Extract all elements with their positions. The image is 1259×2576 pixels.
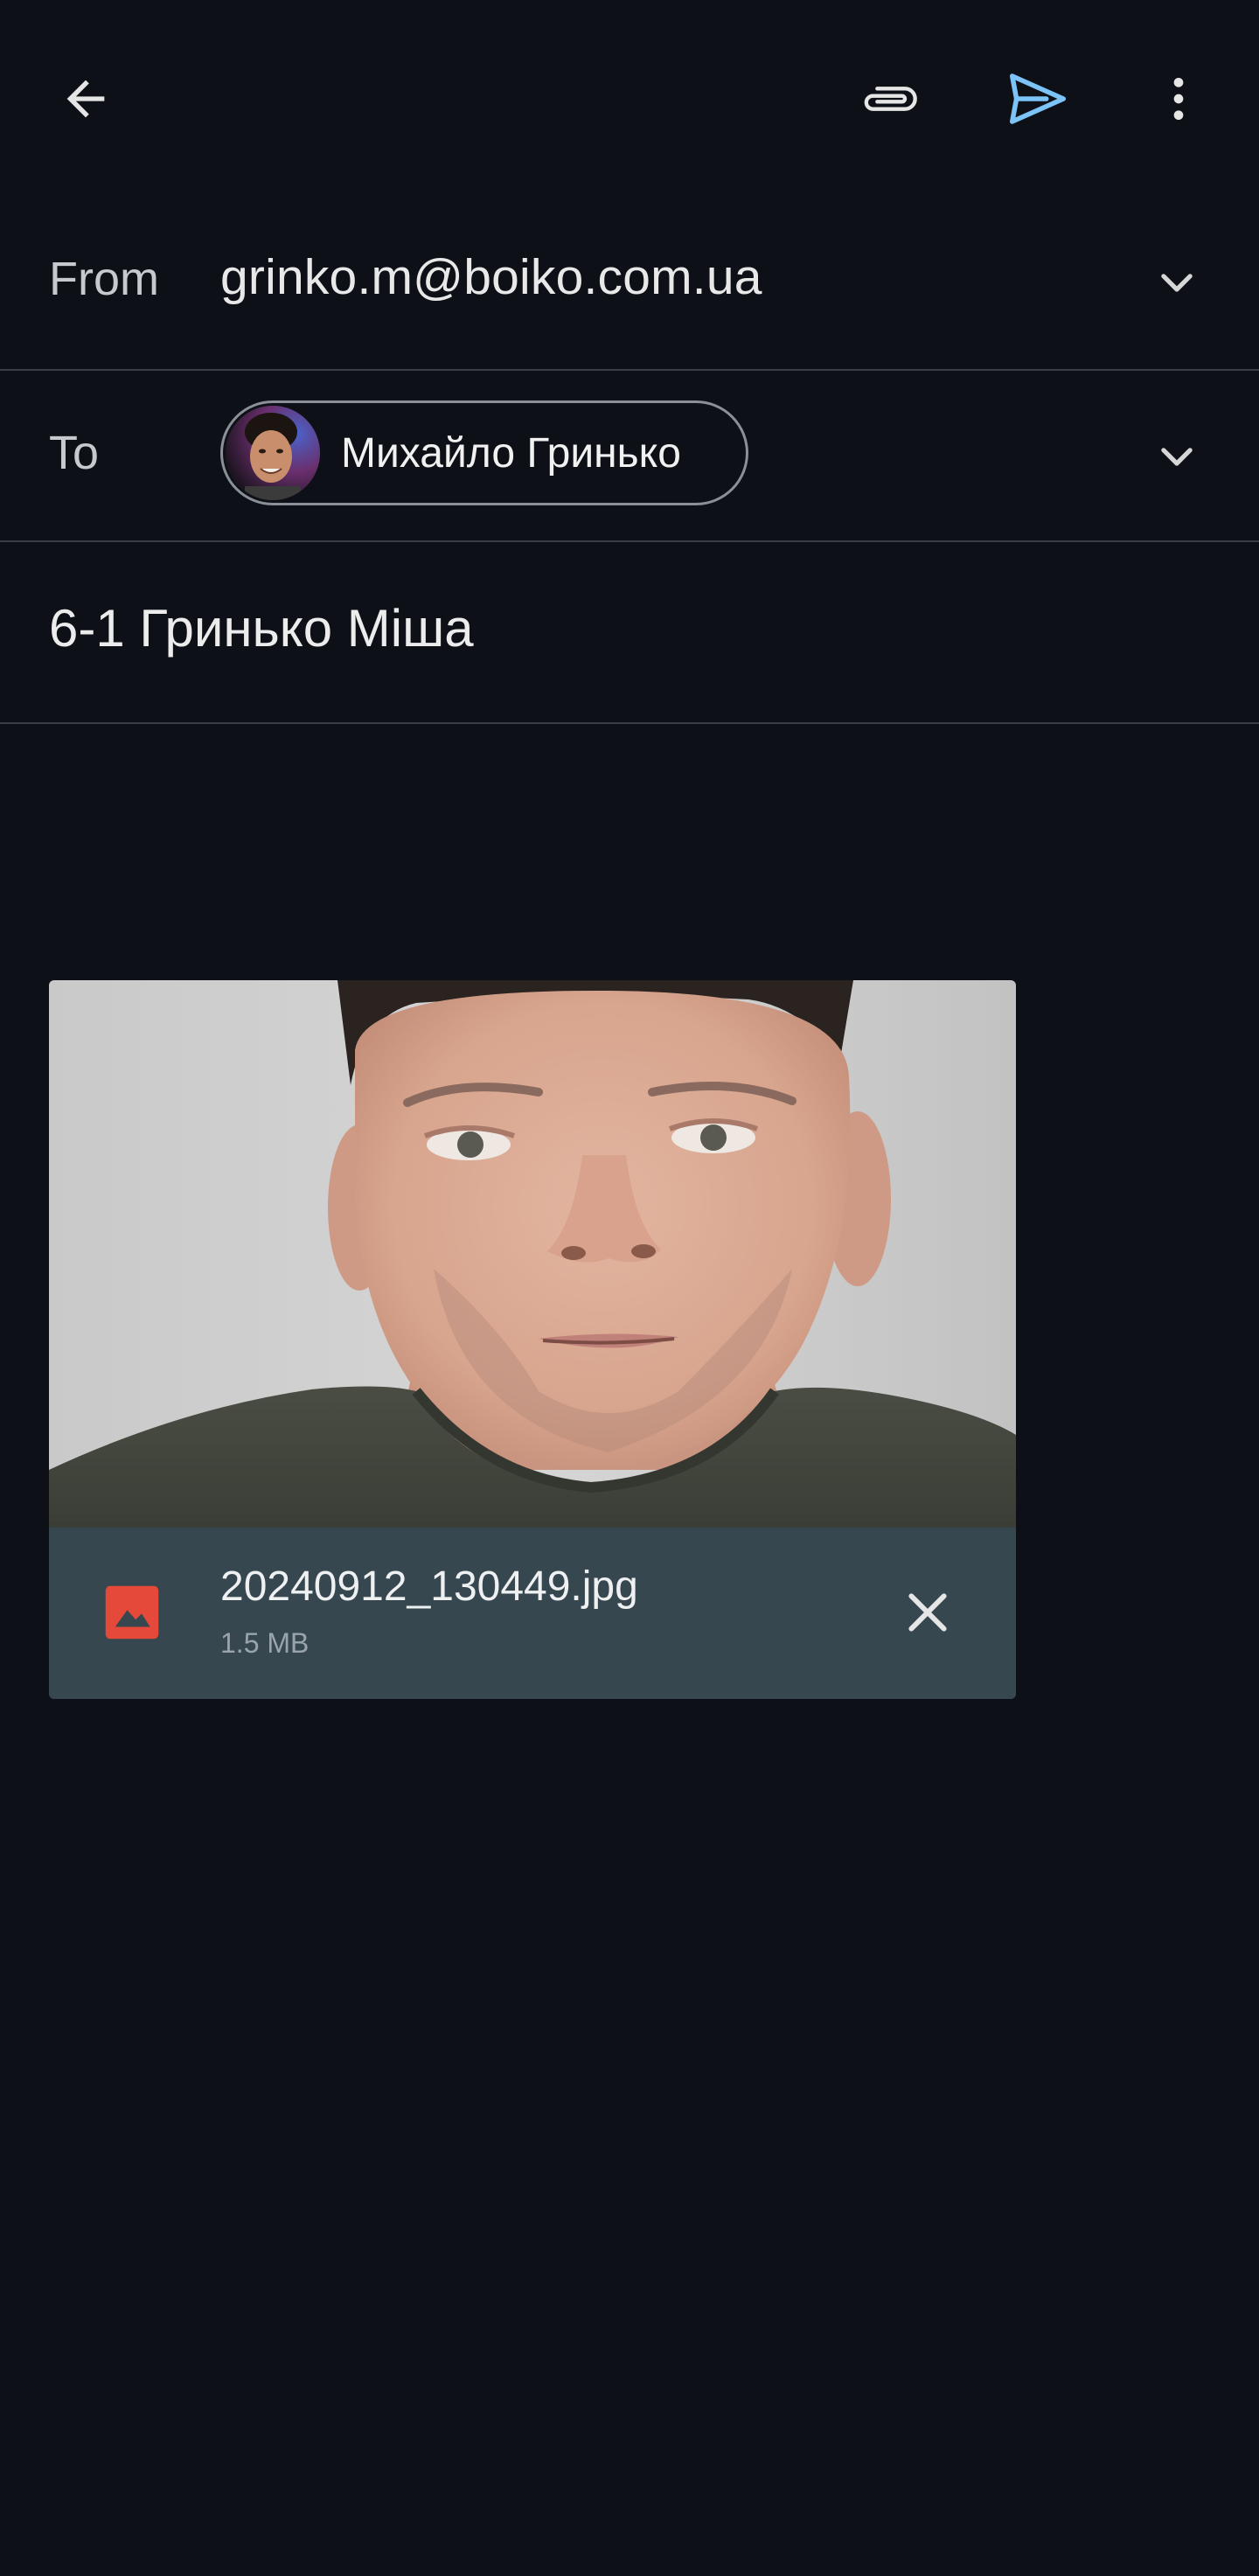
subject-row: 6-1 Гринько Міша bbox=[0, 542, 1259, 724]
to-label: To bbox=[49, 427, 100, 479]
chevron-down-icon bbox=[1161, 448, 1193, 466]
remove-attachment-button[interactable] bbox=[888, 1573, 967, 1652]
attachment-file-size: 1.5 MB bbox=[220, 1627, 310, 1659]
recipient-name: Михайло Гринько bbox=[341, 429, 681, 477]
close-icon bbox=[908, 1593, 947, 1632]
avatar bbox=[226, 406, 320, 500]
attachment-card[interactable]: 20240912_130449.jpg 1.5 MB bbox=[49, 980, 1016, 1699]
top-app-bar bbox=[0, 0, 1259, 198]
attachment-file-name: 20240912_130449.jpg bbox=[220, 1563, 638, 1610]
more-options-button[interactable] bbox=[1126, 46, 1231, 151]
arrow-back-icon bbox=[66, 80, 105, 118]
attachment-info: 20240912_130449.jpg 1.5 MB bbox=[49, 1528, 1016, 1699]
from-label: From bbox=[49, 253, 159, 305]
from-row: From grinko.m@boiko.com.ua bbox=[0, 198, 1259, 371]
recipient-chip[interactable]: Михайло Гринько bbox=[220, 400, 748, 505]
attach-button[interactable] bbox=[839, 46, 944, 151]
to-expand-button[interactable] bbox=[1151, 431, 1203, 484]
attachment-preview-image bbox=[49, 980, 1016, 1528]
compose-screen: From grinko.m@boiko.com.ua To Михайло Гр… bbox=[0, 0, 1259, 2576]
from-address[interactable]: grinko.m@boiko.com.ua bbox=[220, 248, 762, 306]
send-icon bbox=[1009, 73, 1067, 124]
back-button[interactable] bbox=[33, 46, 138, 151]
paperclip-icon bbox=[864, 87, 917, 111]
subject-field[interactable]: 6-1 Гринько Міша bbox=[49, 598, 1186, 658]
chevron-down-icon bbox=[1161, 274, 1193, 292]
to-row: To Михайло Гринько bbox=[0, 371, 1259, 542]
send-button[interactable] bbox=[985, 46, 1090, 151]
more-vert-icon bbox=[1173, 78, 1184, 120]
from-expand-button[interactable] bbox=[1151, 257, 1203, 310]
image-file-icon bbox=[105, 1585, 159, 1640]
